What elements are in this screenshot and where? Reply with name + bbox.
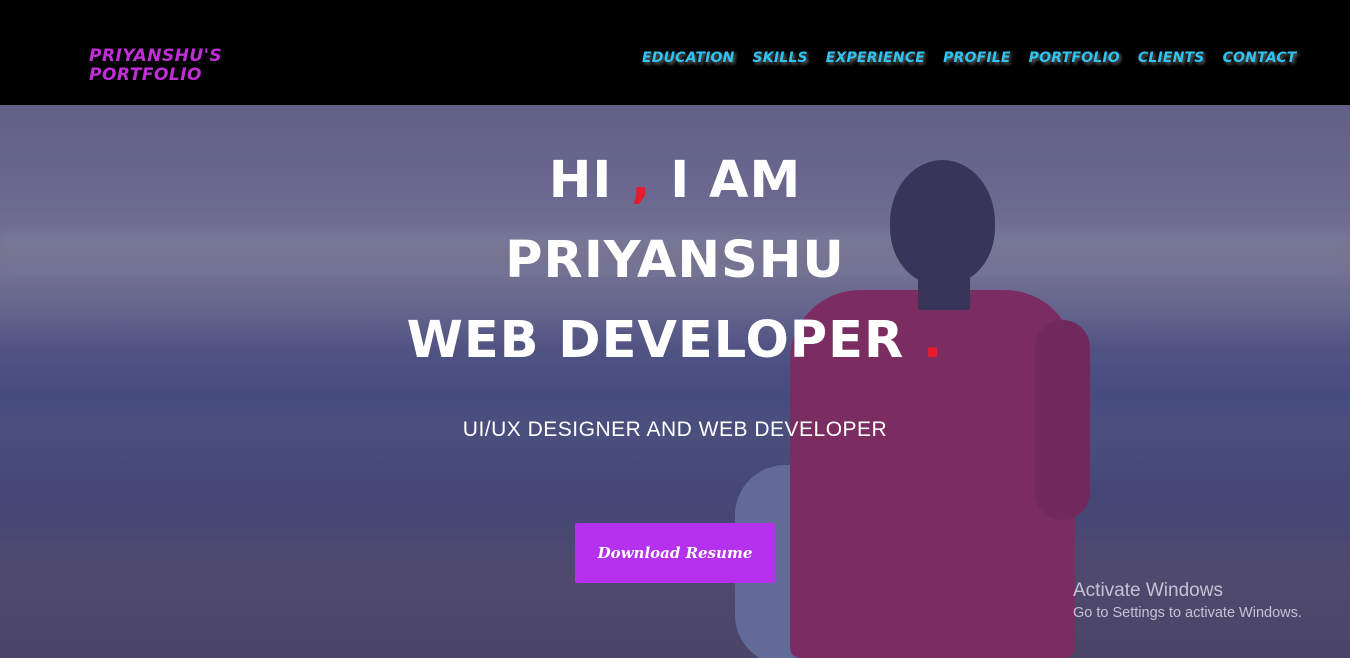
nav-skills[interactable]: SKILLS	[753, 50, 808, 66]
download-resume-button[interactable]: Download Resume	[575, 523, 775, 583]
nav-profile[interactable]: PROFILE	[943, 50, 1011, 66]
activation-subtitle: Go to Settings to activate Windows.	[1073, 605, 1302, 621]
nav-clients[interactable]: CLIENTS	[1138, 50, 1205, 66]
navbar: PRIYANSHU'S PORTFOLIO EDUCATION SKILLS E…	[0, 0, 1350, 105]
hero-heading-role: WEB DEVELOPER .	[406, 311, 944, 370]
main-nav: EDUCATION SKILLS EXPERIENCE PROFILE PORT…	[642, 50, 1296, 66]
windows-activation-watermark: Activate Windows Go to Settings to activ…	[1073, 580, 1302, 621]
accent-dot: .	[923, 311, 944, 370]
brand-line-2: PORTFOLIO	[89, 65, 203, 85]
nav-experience[interactable]: EXPERIENCE	[826, 50, 925, 66]
brand-line-1: PRIYANSHU'S	[89, 46, 223, 66]
nav-contact[interactable]: CONTACT	[1223, 50, 1297, 66]
activation-title: Activate Windows	[1073, 580, 1223, 601]
hero-subtitle: UI/UX DESIGNER AND WEB DEVELOPER	[462, 418, 888, 441]
accent-comma: ,	[631, 151, 652, 210]
hero-heading-line-1: HI , I AM	[548, 151, 802, 210]
nav-portfolio[interactable]: PORTFOLIO	[1029, 50, 1120, 66]
brand-logo[interactable]: PRIYANSHU'S PORTFOLIO	[89, 47, 269, 85]
nav-education[interactable]: EDUCATION	[642, 50, 735, 66]
hero-heading-name: PRIYANSHU	[505, 231, 845, 290]
